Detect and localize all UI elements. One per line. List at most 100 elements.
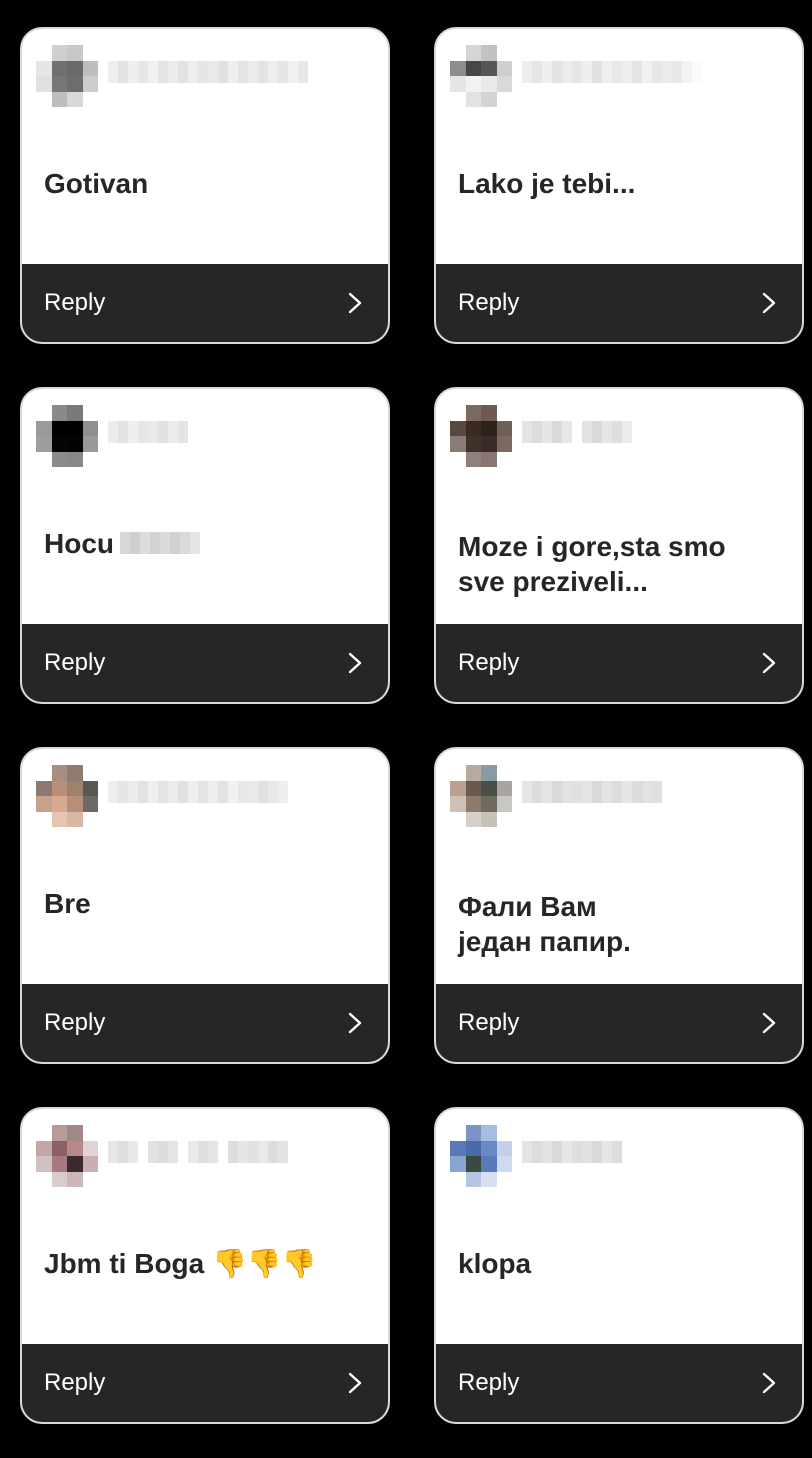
username-pixel — [108, 421, 118, 443]
reply-label: Reply — [458, 289, 520, 316]
avatar[interactable] — [450, 1125, 512, 1187]
comment-card[interactable]: Gotivan Reply — [20, 27, 390, 344]
avatar[interactable] — [450, 45, 512, 107]
reply-button[interactable]: Reply — [22, 264, 388, 342]
avatar-pixel — [450, 91, 466, 107]
reply-button[interactable]: Reply — [436, 624, 802, 702]
comment-card[interactable]: klopa Reply — [434, 1107, 804, 1424]
comment-card[interactable]: Jbm ti Boga 👎👎👎 Reply — [20, 1107, 390, 1424]
avatar-pixel — [481, 436, 497, 452]
avatar-pixel — [36, 1140, 52, 1156]
username-pixel — [178, 61, 188, 83]
username-redacted[interactable] — [522, 61, 702, 83]
avatar-pixel — [51, 1156, 67, 1172]
username-pixel — [592, 1141, 602, 1163]
avatar-pixel — [465, 1171, 481, 1187]
reply-button[interactable]: Reply — [436, 984, 802, 1062]
avatar-pixel — [36, 91, 52, 107]
avatar-pixel — [82, 811, 98, 827]
username-pixel — [278, 781, 288, 803]
username-redacted[interactable] — [522, 1141, 622, 1163]
username-pixel — [542, 421, 552, 443]
comment-header — [36, 765, 376, 829]
reply-label: Reply — [458, 649, 520, 676]
comment-text: Gotivan — [44, 167, 149, 199]
avatar-pixel — [481, 1171, 497, 1187]
username-pixel — [632, 61, 642, 83]
avatar[interactable] — [36, 405, 98, 467]
comment-text: Hocu — [44, 511, 368, 575]
reply-button[interactable]: Reply — [22, 1344, 388, 1422]
username-pixel — [682, 61, 692, 83]
chevron-right-icon — [758, 292, 780, 314]
username-redacted[interactable] — [108, 1141, 288, 1163]
comment-header — [36, 45, 376, 109]
avatar-pixel — [67, 405, 83, 421]
comment-text-content: Hocu — [44, 527, 114, 559]
avatar-pixel — [450, 405, 466, 421]
reply-button[interactable]: Reply — [22, 624, 388, 702]
chevron-right-icon — [758, 1372, 780, 1394]
username-pixel — [168, 1141, 178, 1163]
avatar[interactable] — [450, 405, 512, 467]
redacted-pixel — [180, 532, 190, 554]
avatar-pixel — [51, 420, 67, 436]
avatar-pixel — [67, 45, 83, 61]
avatar-pixel — [465, 811, 481, 827]
chevron-right-icon — [344, 292, 366, 314]
username-pixel — [238, 61, 248, 83]
username-pixel — [632, 781, 642, 803]
avatar-pixel — [82, 1171, 98, 1187]
avatar-pixel — [481, 76, 497, 92]
avatar-pixel — [67, 780, 83, 796]
username-pixel — [582, 61, 592, 83]
redacted-pixel — [120, 532, 130, 554]
avatar-pixel — [465, 1125, 481, 1141]
username-redacted[interactable] — [108, 781, 288, 803]
comment-card[interactable]: Bre Reply — [20, 747, 390, 1064]
username-pixel — [248, 781, 258, 803]
avatar-pixel — [481, 811, 497, 827]
username-pixel — [612, 421, 622, 443]
avatar-pixel — [82, 76, 98, 92]
avatar-pixel — [496, 45, 512, 61]
avatar[interactable] — [36, 1125, 98, 1187]
avatar-pixel — [51, 45, 67, 61]
username-pixel — [158, 61, 168, 83]
username-redacted[interactable] — [522, 781, 662, 803]
avatar[interactable] — [450, 765, 512, 827]
avatar-pixel — [67, 420, 83, 436]
username-pixel — [148, 61, 158, 83]
comment-card[interactable]: Moze i gore,sta smo sve preziveli... Rep… — [434, 387, 804, 704]
reply-label: Reply — [44, 289, 106, 316]
avatar[interactable] — [36, 45, 98, 107]
username-pixel — [128, 781, 138, 803]
avatar-pixel — [481, 420, 497, 436]
username-pixel — [562, 61, 572, 83]
reply-button[interactable]: Reply — [22, 984, 388, 1062]
redacted-pixel — [130, 532, 140, 554]
username-pixel — [662, 61, 672, 83]
comment-card[interactable]: Фали Вам један папир. Reply — [434, 747, 804, 1064]
comment-card[interactable]: Hocu Reply — [20, 387, 390, 704]
redacted-pixel — [160, 532, 170, 554]
username-pixel — [522, 1141, 532, 1163]
avatar-pixel — [51, 1125, 67, 1141]
username-pixel — [532, 61, 542, 83]
username-pixel — [218, 1141, 228, 1163]
avatar[interactable] — [36, 765, 98, 827]
reply-button[interactable]: Reply — [436, 1344, 802, 1422]
avatar-pixel — [67, 436, 83, 452]
reply-button[interactable]: Reply — [436, 264, 802, 342]
username-redacted[interactable] — [108, 61, 308, 83]
username-pixel — [612, 781, 622, 803]
avatar-pixel — [67, 60, 83, 76]
username-redacted[interactable] — [108, 421, 188, 443]
chevron-right-icon — [758, 652, 780, 674]
comment-card[interactable]: Lako je tebi... Reply — [434, 27, 804, 344]
username-pixel — [208, 781, 218, 803]
avatar-pixel — [496, 76, 512, 92]
reply-label: Reply — [44, 1369, 106, 1396]
username-redacted[interactable] — [522, 421, 632, 443]
username-pixel — [268, 61, 278, 83]
